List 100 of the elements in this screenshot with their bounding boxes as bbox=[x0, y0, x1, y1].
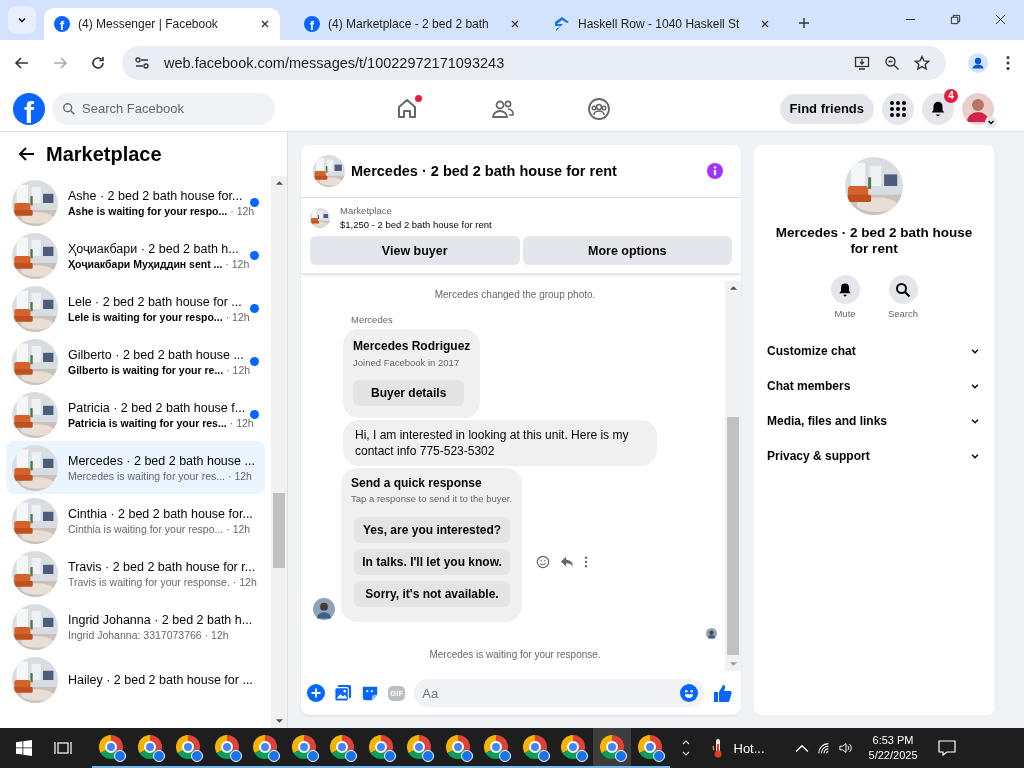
conversation-title: Hailey · 2 bed 2 bath house for ... bbox=[68, 672, 254, 687]
settings-section[interactable]: Media, files and links bbox=[754, 403, 994, 438]
quick-response-button[interactable]: In talks. I'll let you know. bbox=[354, 549, 511, 575]
message-preview: Mercedes is waiting for your res... bbox=[68, 469, 225, 482]
photo-icon[interactable] bbox=[334, 684, 352, 702]
conversation-item[interactable]: Cinthia · 2 bed 2 bath house for... Cinthia is waiting for your respo... · 12h bbox=[6, 494, 265, 547]
menu-icon[interactable] bbox=[1006, 55, 1010, 71]
search-icon bbox=[62, 101, 76, 116]
start-icon[interactable] bbox=[16, 740, 32, 756]
sticker-icon[interactable] bbox=[361, 684, 379, 702]
settings-section[interactable]: Chat members bbox=[754, 368, 994, 403]
message-bubble: Hi, I am interested in looking at this unit. Here is my contact info 775-523-5302 bbox=[343, 420, 657, 466]
timestamp: · 12h bbox=[204, 628, 229, 641]
clock-date[interactable]: 5/22/2025 bbox=[868, 748, 918, 763]
quick-response-button[interactable]: Yes, are you interested? bbox=[354, 517, 511, 543]
menu-button[interactable] bbox=[882, 92, 914, 125]
message-input[interactable]: Aa bbox=[414, 679, 704, 707]
timestamp: · 12h bbox=[232, 575, 257, 588]
conversation-item[interactable]: Ҳоҷиакбари · 2 bed 2 bath h... Ҳоҷиакбари Муҳиддин sent ... · 12h bbox=[6, 229, 265, 282]
timestamp: · 12h bbox=[229, 416, 254, 429]
close-icon[interactable] bbox=[995, 14, 1006, 25]
restore-icon[interactable] bbox=[950, 14, 961, 25]
scrollbar-thumb[interactable] bbox=[727, 417, 739, 655]
account-avatar-icon[interactable] bbox=[962, 92, 994, 125]
sender-avatar-icon[interactable] bbox=[313, 598, 335, 620]
facebook-logo[interactable]: f bbox=[13, 92, 45, 125]
scrollbar[interactable] bbox=[725, 281, 741, 671]
conversation-item[interactable]: Mercedes · 2 bed 2 bath house ... Mercedes is waiting for your res... · 12h bbox=[6, 441, 265, 494]
read-receipt-icon bbox=[706, 628, 717, 639]
scroll-arrows-icon[interactable] bbox=[681, 738, 690, 758]
emoji-icon[interactable] bbox=[536, 555, 551, 569]
new-tab-icon[interactable] bbox=[798, 17, 810, 29]
weather-text[interactable]: Hot... bbox=[733, 740, 765, 756]
browser-tab[interactable]: f (4) Messenger | Facebook bbox=[44, 8, 280, 40]
volume-icon[interactable] bbox=[838, 741, 853, 755]
notifications-button[interactable] bbox=[922, 92, 954, 125]
conversation-item[interactable]: Travis · 2 bed 2 bath house for r... Travis is waiting for your response. · 12h bbox=[6, 547, 265, 600]
conversation-item[interactable]: Ashe · 2 bed 2 bath house for... Ashe is waiting for your respo... · 12h bbox=[6, 176, 265, 229]
message-preview: Gilberto is waiting for your re... bbox=[68, 363, 224, 376]
clock-time[interactable]: 6:53 PM bbox=[872, 733, 914, 748]
profile-icon[interactable] bbox=[968, 53, 988, 73]
settings-section[interactable]: Privacy & support bbox=[754, 438, 994, 473]
search-field[interactable]: Search Facebook bbox=[52, 92, 275, 125]
add-icon[interactable] bbox=[307, 684, 325, 702]
caret-icon[interactable] bbox=[985, 115, 997, 128]
address-bar[interactable]: web.facebook.com/messages/t/10022972171093243 bbox=[122, 46, 946, 80]
info-icon[interactable] bbox=[707, 163, 723, 179]
find-friends-button[interactable]: Find friends bbox=[779, 93, 874, 124]
scroll-up-icon[interactable] bbox=[728, 285, 738, 291]
emoji-icon[interactable] bbox=[680, 684, 698, 702]
conversation-item[interactable]: Lele · 2 bed 2 bath house for ... Lele is waiting for your respo... · 12h bbox=[6, 282, 265, 335]
more-icon[interactable] bbox=[584, 556, 589, 568]
timestamp: · 12h bbox=[230, 204, 255, 217]
conversation-item[interactable]: Gilberto · 2 bed 2 bath house ... Gilberto is waiting for your re... · 12h bbox=[6, 335, 265, 388]
browser-taskbar-button[interactable] bbox=[592, 728, 631, 768]
reload-icon[interactable] bbox=[90, 55, 106, 71]
message-preview: Travis is waiting for your response. bbox=[68, 575, 230, 588]
groups-icon[interactable] bbox=[587, 96, 611, 121]
back-icon[interactable] bbox=[14, 55, 30, 71]
quick-response-button[interactable]: Sorry, it's not available. bbox=[354, 581, 511, 607]
listing-title[interactable]: $1,250 - 2 bed 2 bath house for rent bbox=[340, 219, 492, 230]
search-button[interactable] bbox=[888, 275, 918, 304]
system-message: Mercedes changed the group photo. bbox=[434, 289, 596, 300]
url-text: web.facebook.com/messages/t/10022972171093243 bbox=[164, 55, 506, 71]
reply-icon[interactable] bbox=[560, 555, 575, 569]
conversation-item[interactable]: Ingrid Johanna · 2 bed 2 bath h... Ingrid Johanna: 3317073766 · 12h bbox=[6, 600, 265, 653]
home-icon[interactable] bbox=[395, 96, 419, 121]
scroll-up-icon[interactable] bbox=[274, 180, 284, 186]
conversation-title: Cinthia · 2 bed 2 bath house for... bbox=[68, 506, 254, 521]
house-logo-icon bbox=[554, 16, 570, 32]
scroll-down-icon[interactable] bbox=[274, 718, 284, 724]
conversation-item[interactable]: Hailey · 2 bed 2 bath house for ... bbox=[6, 653, 265, 706]
conversation-title: Ҳоҷиакбари · 2 bed 2 bath h... bbox=[68, 241, 240, 256]
site-settings-icon[interactable] bbox=[134, 55, 150, 71]
scrollbar[interactable] bbox=[271, 176, 287, 728]
wifi-icon[interactable] bbox=[816, 741, 831, 755]
message-preview: Cinthia is waiting for your respo... bbox=[68, 522, 224, 535]
conversation-item[interactable]: Patricia · 2 bed 2 bath house f... Patricia is waiting for your res... · 12h bbox=[6, 388, 265, 441]
notification-center-icon[interactable] bbox=[937, 740, 956, 756]
browser-tab[interactable]: Haskell Row - 1040 Haskell St bbox=[544, 8, 780, 40]
buyer-name: Mercedes Rodriguez bbox=[353, 339, 471, 353]
scrollbar-thumb[interactable] bbox=[273, 493, 285, 568]
listing-button[interactable]: More options bbox=[522, 236, 732, 265]
close-icon[interactable] bbox=[260, 19, 270, 29]
zoom-icon[interactable] bbox=[884, 55, 900, 71]
grid-icon bbox=[889, 99, 907, 118]
listing-button[interactable]: View buyer bbox=[310, 236, 520, 265]
close-icon[interactable] bbox=[510, 19, 520, 29]
browser-tab[interactable]: f (4) Marketplace - 2 bed 2 bath bbox=[294, 8, 530, 40]
buyer-details-button[interactable]: Buyer details bbox=[353, 380, 465, 406]
mute-button[interactable] bbox=[830, 275, 860, 304]
close-icon[interactable] bbox=[760, 19, 770, 29]
task-view-icon[interactable] bbox=[54, 740, 72, 756]
settings-section[interactable]: Customize chat bbox=[754, 333, 994, 368]
thumbs-up-icon[interactable] bbox=[713, 683, 733, 703]
chevron-down-icon bbox=[17, 15, 27, 25]
bookmark-star-icon[interactable] bbox=[914, 55, 930, 71]
back-arrow-icon[interactable] bbox=[18, 145, 36, 163]
install-icon[interactable] bbox=[854, 55, 870, 71]
message-preview: Ingrid Johanna: 3317073766 bbox=[68, 628, 202, 641]
